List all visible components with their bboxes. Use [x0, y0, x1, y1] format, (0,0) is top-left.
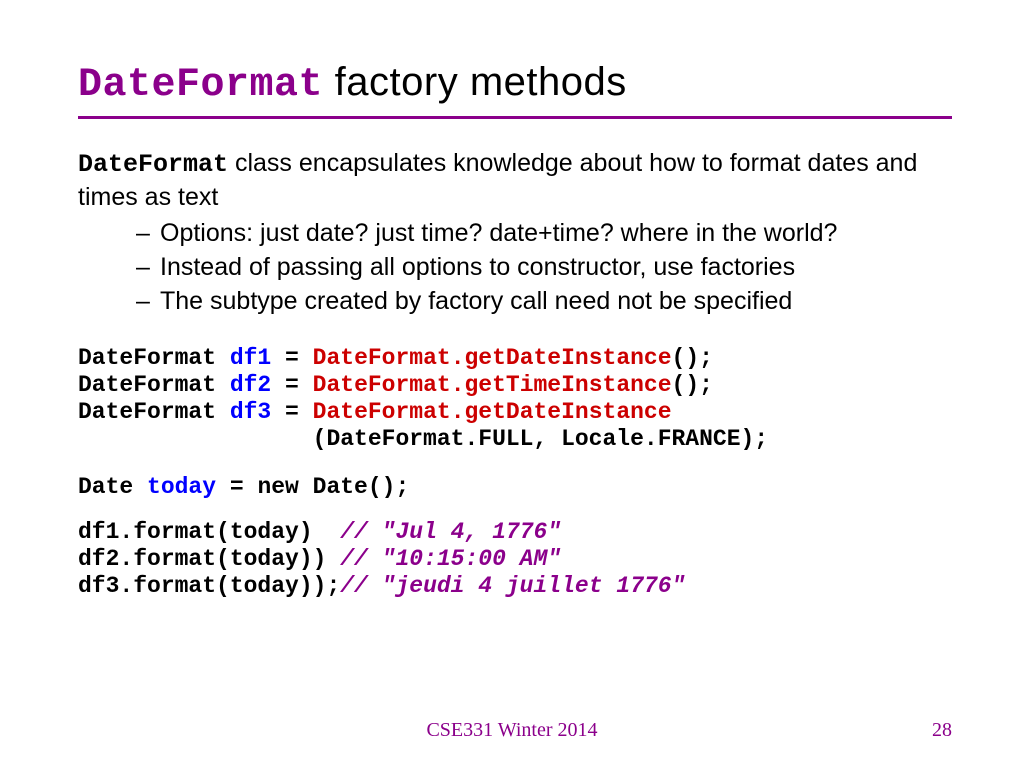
code-text: Date: [78, 474, 147, 500]
code-text: DateFormat: [78, 372, 230, 398]
title-rest: factory methods: [323, 60, 627, 104]
bullet-item: Instead of passing all options to constr…: [136, 251, 952, 283]
code-var: df2: [230, 372, 271, 398]
intro-keyword: DateFormat: [78, 150, 228, 179]
code-text: (DateFormat.FULL, Locale.FRANCE);: [78, 426, 768, 452]
code-text: =: [271, 372, 312, 398]
code-text: ();: [672, 345, 713, 371]
code-comment: // "10:15:00 AM": [340, 546, 561, 572]
page-number: 28: [932, 719, 952, 742]
bullet-list: Options: just date? just time? date+time…: [78, 217, 952, 317]
code-comment: // "jeudi 4 juillet 1776": [340, 573, 685, 599]
code-text: DateFormat: [78, 399, 230, 425]
code-var: df1: [230, 345, 271, 371]
code-call: DateFormat.getDateInstance: [313, 399, 672, 425]
code-text: df1.format(today): [78, 519, 340, 545]
code-text: =: [271, 345, 312, 371]
code-text: = new Date();: [216, 474, 409, 500]
code-block-3: df1.format(today) // "Jul 4, 1776" df2.f…: [78, 519, 952, 600]
intro-paragraph: DateFormat class encapsulates knowledge …: [78, 147, 952, 213]
slide-title: DateFormat factory methods: [78, 60, 952, 108]
code-block-2: Date today = new Date();: [78, 474, 952, 501]
code-text: df2.format(today)): [78, 546, 340, 572]
code-var: df3: [230, 399, 271, 425]
title-rule: [78, 116, 952, 119]
code-call: DateFormat.getTimeInstance: [313, 372, 672, 398]
code-block-1: DateFormat df1 = DateFormat.getDateInsta…: [78, 345, 952, 454]
code-text: ();: [672, 372, 713, 398]
code-comment: // "Jul 4, 1776": [340, 519, 561, 545]
code-text: df3.format(today));: [78, 573, 340, 599]
bullet-item: Options: just date? just time? date+time…: [136, 217, 952, 249]
title-keyword: DateFormat: [78, 63, 323, 108]
code-text: DateFormat: [78, 345, 230, 371]
footer-text: CSE331 Winter 2014: [0, 719, 1024, 742]
code-var: today: [147, 474, 216, 500]
bullet-item: The subtype created by factory call need…: [136, 285, 952, 317]
code-call: DateFormat.getDateInstance: [313, 345, 672, 371]
code-text: =: [271, 399, 312, 425]
